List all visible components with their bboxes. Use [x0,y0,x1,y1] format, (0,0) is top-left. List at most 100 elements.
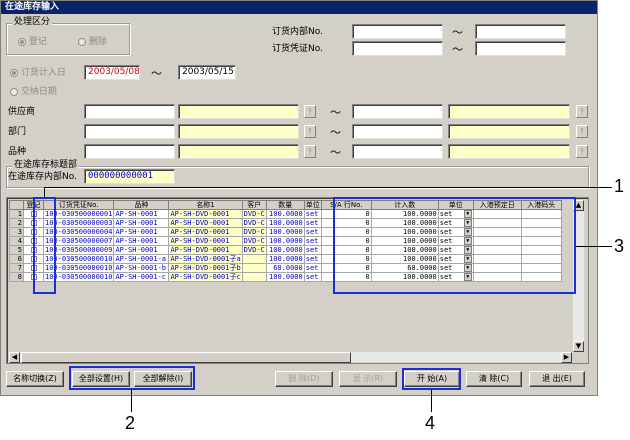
name-cell: AP-SH-DVD-0001子c [168,272,243,282]
filter-item-from-code[interactable] [84,144,175,159]
customer-cell: DVD-C [241,236,267,246]
col-header-item: 品种 [113,200,170,210]
filter-item-from-name [178,144,299,159]
item-cell: AP-SH-0001 [113,236,170,246]
highlight-input-columns [333,197,576,294]
order-internal-tilde: ～ [452,26,463,39]
filter-item-tilde: ～ [330,146,341,159]
filter-supplier-from-code[interactable] [84,104,175,119]
qty-cell: 100.0000 [265,245,305,255]
col-header-qty: 数量 [265,200,305,210]
unit-cell: set [303,272,322,282]
row-number: 3 [9,227,24,237]
filter-department-to-code[interactable] [352,124,443,139]
date-tilde: ～ [151,67,162,80]
name-cell: AP-SH-DVD-0001 [168,227,243,237]
customer-cell: DVD-C [241,218,267,228]
customer-cell [241,263,267,273]
filter-department-to-lookup-button[interactable]: ! [576,125,588,138]
filter-supplier-from-lookup-button[interactable]: ! [304,105,316,118]
name-cell: AP-SH-DVD-0001子a [168,254,243,264]
name-cell: AP-SH-DVD-0001 [168,209,243,219]
row-number: 2 [9,218,24,228]
filter-item-to-name [448,144,570,159]
radio-delivery-date[interactable]: 交纳日期 [10,87,57,98]
order-voucher-to-input[interactable] [475,41,566,56]
order-voucher-from-input[interactable] [352,41,443,56]
qty-cell: 100.0000 [265,254,305,264]
item-cell: AP-SH-0001-c [113,272,170,282]
order-voucher-label: 订货凭证No. [272,44,323,54]
horizontal-scroll-thumb[interactable] [21,352,351,363]
highlight-register-column [33,197,56,294]
radio-delivery-date-label: 交纳日期 [20,87,57,97]
header-group-label: 在途库存标题部 [12,160,80,170]
item-cell: AP-SH-0001 [113,209,170,219]
filter-supplier-to-code[interactable] [352,104,443,119]
filter-supplier-to-name [448,104,570,119]
filter-item-from-lookup-button[interactable]: ! [304,145,316,158]
scroll-down-arrow-icon[interactable]: ▼ [573,341,584,352]
filter-supplier-to-lookup-button[interactable]: ! [576,105,588,118]
filter-supplier-from-name [178,104,299,119]
unit-cell: set [303,254,322,264]
horizontal-scrollbar[interactable]: ◀ ▶ [9,351,572,363]
unit-cell: set [303,209,322,219]
filter-item-label: 品种 [8,147,27,157]
radio-register[interactable]: 登记 [18,37,47,48]
scroll-left-arrow-icon[interactable]: ◀ [9,352,20,363]
display-button[interactable]: 显 示(R) [339,371,397,387]
name-cell: AP-SH-DVD-0001 [168,245,243,255]
filter-supplier-label: 供应商 [8,107,36,117]
radio-delete[interactable]: 删除 [78,37,107,48]
row-number: 4 [9,236,24,246]
order-internal-from-input[interactable] [352,24,443,39]
exit-button[interactable]: 退 出(E) [529,371,585,387]
filter-item-to-lookup-button[interactable]: ! [576,145,588,158]
unit-cell: set [303,218,322,228]
filter-department-from-code[interactable] [84,124,175,139]
delete-button[interactable]: 删 除(D) [275,371,333,387]
highlight-bulk-buttons [69,366,195,390]
register-mode-group-label: 处理区分 [12,17,53,27]
item-cell: AP-SH-0001 [113,245,170,255]
filter-item-to-code[interactable] [352,144,443,159]
filter-department-label: 部门 [8,127,27,137]
radio-delete-indicator [78,37,86,46]
inventory-internal-no-field: 000000000001 [84,169,175,184]
order-voucher-tilde: ～ [452,43,463,56]
order-internal-to-input[interactable] [475,24,566,39]
highlight-start-button [402,368,461,390]
qty-cell: 100.0000 [265,272,305,282]
filter-department-from-name [178,124,299,139]
row-number: 6 [9,254,24,264]
radio-register-label: 登记 [28,37,47,47]
row-number: 5 [9,245,24,255]
radio-delivery-date-indicator [10,87,18,96]
unit-cell: set [303,227,322,237]
radio-delete-label: 删除 [88,37,107,47]
col-header-name: 名称1 [168,200,243,210]
clear-button[interactable]: 清 除(C) [466,371,522,387]
filter-supplier-tilde: ～ [330,106,341,119]
col-header-customer: 客户 [241,200,267,210]
filter-department-to-name [448,124,570,139]
filter-department-from-lookup-button[interactable]: ! [304,125,316,138]
row-number: 8 [9,272,24,282]
qty-cell: 100.0000 [265,218,305,228]
callout-2: 2 [125,413,136,433]
date-to-input[interactable]: 2003/05/15 [178,65,236,80]
name-cell: AP-SH-DVD-0001 [168,218,243,228]
col-header-unit: 单位 [303,200,322,210]
name-switch-button[interactable]: 名称切换(Z) [6,371,64,387]
item-cell: AP-SH-0001-b [113,263,170,273]
unit-cell: set [303,263,322,273]
name-cell: AP-SH-DVD-0001子b [168,263,243,273]
callout-1-leader [44,187,612,188]
date-from-input[interactable]: 2003/05/08 [84,65,140,80]
radio-order-date[interactable]: 订货计入日 [10,68,66,79]
qty-cell: 60.0000 [265,263,305,273]
qty-cell: 100.0000 [265,209,305,219]
row-number: 1 [9,209,24,219]
scroll-right-arrow-icon[interactable]: ▶ [561,352,572,363]
